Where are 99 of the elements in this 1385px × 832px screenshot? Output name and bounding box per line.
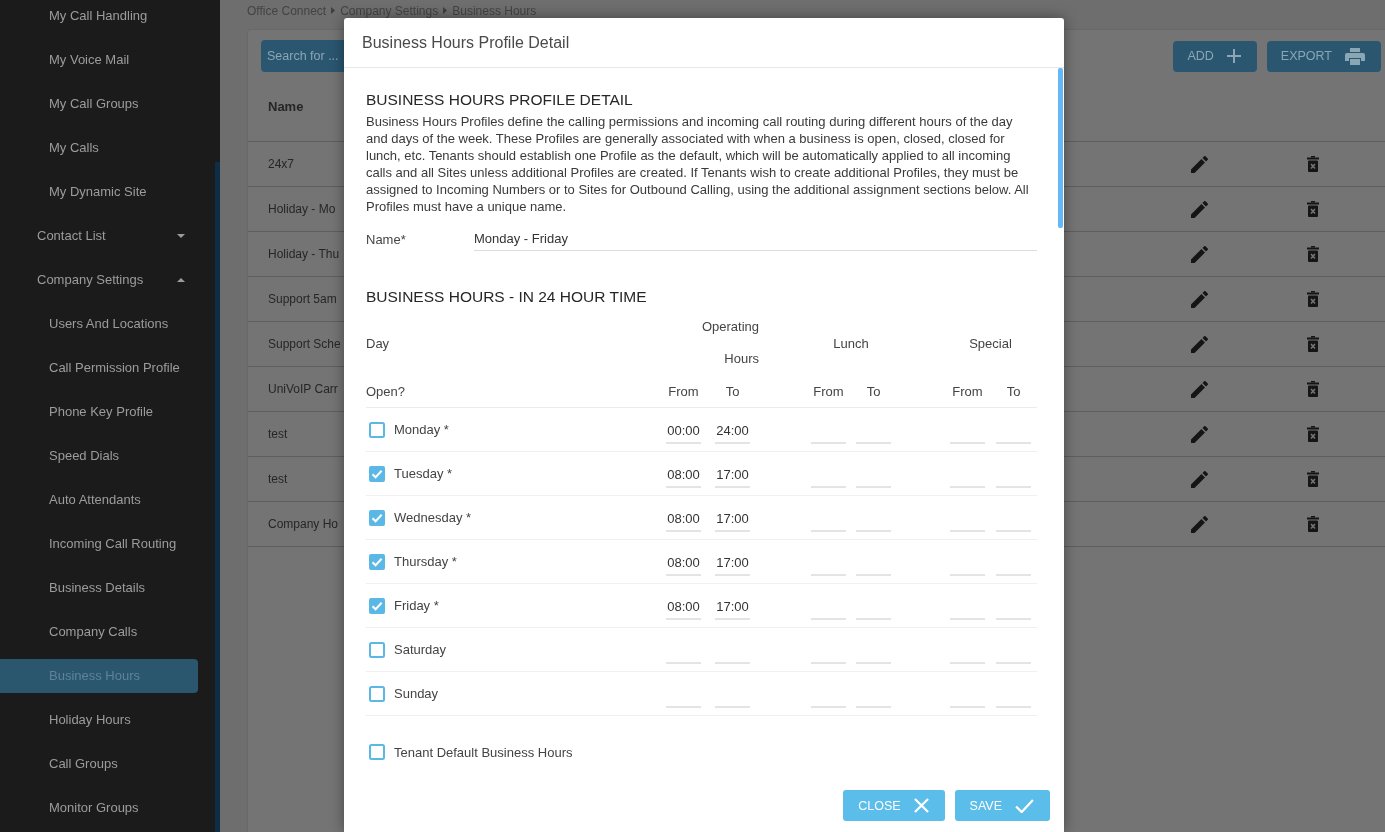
checkbox[interactable] — [369, 465, 385, 482]
time-field[interactable]: 24:00 — [715, 420, 750, 444]
sidebar-group[interactable]: Contact List — [0, 219, 198, 253]
edit-icon[interactable] — [1190, 335, 1208, 353]
checkbox[interactable] — [369, 509, 385, 526]
caret-down-icon — [177, 234, 185, 238]
table-cell: Support 5am — [268, 292, 337, 306]
sidebar-group[interactable]: Company Settings — [0, 263, 198, 297]
day-label: Saturday — [394, 642, 447, 657]
column-header: From — [813, 383, 844, 399]
time-field[interactable]: 17:00 — [715, 464, 750, 488]
day-label: Friday * — [394, 598, 439, 613]
table-cell: Holiday - Mo — [268, 202, 336, 216]
day-label: Wednesday * — [394, 510, 472, 525]
sidebar-item[interactable]: Phone Key Profile — [0, 395, 198, 429]
edit-icon[interactable] — [1190, 380, 1208, 398]
checkbox[interactable] — [369, 597, 385, 614]
delete-icon[interactable] — [1307, 291, 1319, 307]
sidebar-item[interactable]: Company Calls — [0, 615, 198, 649]
column-header: Operating Hours — [700, 318, 759, 368]
day-label: Thursday * — [394, 554, 457, 569]
sidebar-item[interactable]: My Call Handling — [0, 0, 198, 33]
checkbox-label: Tenant Default Business Hours — [394, 744, 573, 760]
sidebar-item[interactable]: My Dynamic Site — [0, 175, 198, 209]
plus-icon — [1226, 49, 1241, 63]
delete-icon[interactable] — [1307, 381, 1319, 397]
name-field[interactable]: Monday - Friday — [474, 227, 1037, 251]
table-cell: Company Ho — [268, 517, 339, 531]
delete-icon[interactable] — [1307, 156, 1319, 172]
field-label: Name* — [366, 231, 407, 247]
time-field[interactable]: 17:00 — [715, 552, 750, 576]
printer-icon — [1345, 47, 1365, 65]
table-cell: 24x7 — [268, 157, 295, 171]
edit-icon[interactable] — [1190, 470, 1208, 488]
dialog-title: Business Hours Profile Detail — [362, 33, 570, 52]
sidebar-item[interactable]: My Call Groups — [0, 87, 198, 121]
description-text: Business Hours Profiles define the calling permissions and incoming call routing during different hours of the day and days of the week. These Profiles are generally associated with when a business is open, closed, closed for lunch, etc. Tenants should establish one Profile as the default, which will be automatically applied to all incoming calls and all Sites unless additional Profiles are created. If Tenants wish to create additional Profiles, they must be assigned to Incoming Numbers or to Sites for Outbound Calling, using the additional assignment sections below. All Profiles must have a unique name. — [366, 113, 1030, 215]
column-header[interactable]: Name — [268, 99, 304, 114]
column-header: To — [866, 383, 881, 399]
sidebar-item[interactable]: Auto Attendants — [0, 483, 198, 517]
day-label: Sunday — [394, 686, 439, 701]
caret-right-icon — [443, 7, 448, 14]
column-header: Open? — [366, 383, 406, 399]
table-cell: test — [268, 427, 288, 441]
sidebar-item[interactable]: Business Details — [0, 571, 198, 605]
table-cell: UniVoIP Carr — [268, 382, 338, 396]
section-heading: BUSINESS HOURS - IN 24 HOUR TIME — [366, 287, 647, 307]
checkbox[interactable] — [369, 744, 385, 760]
column-header: From — [952, 383, 983, 399]
edit-icon[interactable] — [1190, 200, 1208, 218]
edit-icon[interactable] — [1190, 290, 1208, 308]
delete-icon[interactable] — [1307, 471, 1319, 487]
delete-icon[interactable] — [1307, 426, 1319, 442]
sidebar-item[interactable]: Incoming Call Routing — [0, 527, 198, 561]
column-header: Day — [366, 335, 390, 351]
table-cell: Support Sche — [268, 337, 341, 351]
table-cell: Holiday - Thu — [268, 247, 340, 261]
delete-icon[interactable] — [1307, 201, 1319, 217]
edit-icon[interactable] — [1190, 245, 1208, 263]
sidebar-item[interactable]: Holiday Hours — [0, 703, 198, 737]
day-label: Monday * — [394, 422, 449, 437]
day-label: Tuesday * — [394, 466, 453, 481]
sidebar-item[interactable]: Call Groups — [0, 747, 198, 781]
time-field[interactable]: 17:00 — [715, 596, 750, 620]
sidebar-item[interactable]: My Calls — [0, 131, 198, 165]
sidebar-item[interactable]: Monitor Groups — [0, 791, 198, 825]
sidebar-item[interactable]: Users And Locations — [0, 307, 198, 341]
section-heading: BUSINESS HOURS PROFILE DETAIL — [366, 90, 633, 110]
checkbox[interactable] — [369, 553, 385, 570]
scrollbar-thumb[interactable] — [1058, 68, 1063, 228]
edit-icon[interactable] — [1190, 425, 1208, 443]
delete-icon[interactable] — [1307, 246, 1319, 262]
time-field[interactable]: 08:00 — [666, 596, 701, 620]
scrollbar-thumb[interactable] — [215, 162, 220, 832]
time-field[interactable]: 08:00 — [666, 464, 701, 488]
sidebar-item[interactable]: My Voice Mail — [0, 43, 198, 77]
checkbox[interactable] — [369, 641, 385, 658]
column-header: Lunch — [833, 335, 869, 351]
checkbox[interactable] — [369, 421, 385, 438]
caret-up-icon — [177, 278, 185, 282]
time-field[interactable]: 00:00 — [666, 420, 701, 444]
delete-icon[interactable] — [1307, 336, 1319, 352]
table-cell: test — [268, 472, 288, 486]
sidebar-item[interactable]: Speed Dials — [0, 439, 198, 473]
column-header: To — [725, 383, 740, 399]
edit-icon[interactable] — [1190, 515, 1208, 533]
sidebar-item[interactable]: Call Permission Profile — [0, 351, 198, 385]
caret-right-icon — [331, 7, 336, 14]
time-field[interactable]: 17:00 — [715, 508, 750, 532]
column-header: From — [668, 383, 699, 399]
checkmark-icon — [1015, 798, 1034, 813]
column-header: To — [1006, 383, 1021, 399]
edit-icon[interactable] — [1190, 155, 1208, 173]
time-field[interactable]: 08:00 — [666, 552, 701, 576]
delete-icon[interactable] — [1307, 516, 1319, 532]
column-header: Special — [969, 335, 1012, 351]
checkbox[interactable] — [369, 685, 385, 702]
close-icon — [913, 798, 929, 813]
time-field[interactable]: 08:00 — [666, 508, 701, 532]
